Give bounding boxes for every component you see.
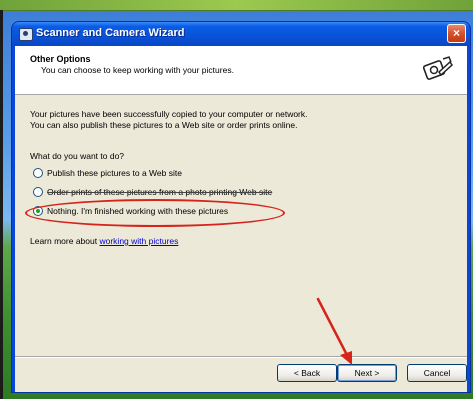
scanner-camera-icon [423, 56, 453, 80]
option-order-prints-label: Order prints of these pictures from a ph… [47, 187, 273, 197]
camera-icon [19, 28, 33, 41]
cancel-button[interactable]: Cancel [407, 364, 467, 382]
wizard-header: Other Options You can choose to keep wor… [15, 46, 467, 95]
annotation-oval [25, 199, 285, 227]
radio-order-prints[interactable] [33, 187, 43, 197]
learn-more-link[interactable]: working with pictures [99, 236, 178, 246]
title-bar[interactable]: Scanner and Camera Wizard × [12, 22, 470, 46]
option-publish-web-label: Publish these pictures to a Web site [47, 168, 182, 178]
intro-line-2: You can also publish these pictures to a… [30, 120, 298, 130]
window-title: Scanner and Camera Wizard [36, 27, 185, 39]
intro-line-1: Your pictures have been successfully cop… [30, 109, 308, 119]
learn-more-prefix: Learn more about [30, 236, 98, 246]
wizard-window: Scanner and Camera Wizard × Other Option… [12, 22, 470, 392]
outer-frame-left [0, 10, 3, 399]
question-label: What do you want to do? [30, 151, 125, 161]
wizard-client-area: Other Options You can choose to keep wor… [15, 46, 467, 392]
learn-more: Learn more about working with pictures [30, 236, 178, 246]
outer-frame-top [0, 0, 473, 11]
close-button[interactable]: × [447, 24, 466, 43]
option-publish-web[interactable]: Publish these pictures to a Web site [33, 168, 182, 180]
annotation-arrow [316, 297, 352, 365]
option-order-prints[interactable]: Order prints of these pictures from a ph… [33, 187, 272, 199]
radio-publish-web[interactable] [33, 168, 43, 178]
footer-divider [15, 356, 467, 358]
page-title: Other Options [30, 54, 91, 64]
page-subtitle: You can choose to keep working with your… [41, 65, 234, 75]
